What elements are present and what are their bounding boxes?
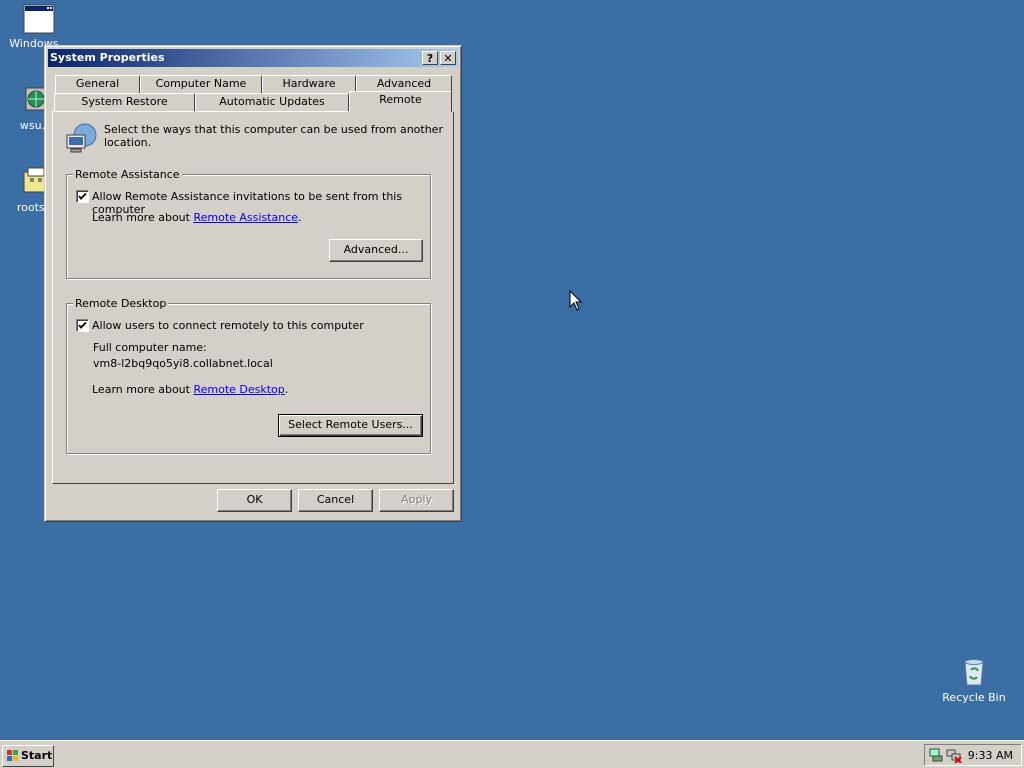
remote-assistance-link[interactable]: Remote Assistance [193,211,298,224]
tab-remote[interactable]: Remote [349,91,452,112]
remote-tab-panel: Select the ways that this computer can b… [52,111,454,484]
select-remote-users-button[interactable]: Select Remote Users... [278,414,423,437]
intro-text: location. [104,136,152,149]
desktop-icon-label: Recycle Bin [942,691,1006,704]
desktop-icon-recycle-bin[interactable]: Recycle Bin [936,656,1012,704]
ok-button[interactable]: OK [217,489,292,512]
allow-remote-desktop-checkbox[interactable] [76,319,89,332]
apply-button: Apply [379,489,454,512]
learn-more-text: Learn more about [92,211,194,224]
title-bar[interactable]: System Properties ? ✕ [48,49,458,67]
clock[interactable]: 9:33 AM [968,749,1013,762]
system-tray: 9:33 AM [924,744,1022,766]
cancel-button[interactable]: Cancel [298,489,373,512]
network-tray-icon[interactable] [928,747,944,763]
learn-more-text: Learn more about [92,383,194,396]
network-disconnected-icon[interactable] [946,747,962,763]
desktop-icon-windows[interactable]: Windows... [1,4,77,50]
tab-system-restore[interactable]: System Restore [54,93,195,111]
tab-computer-name[interactable]: Computer Name [140,75,262,93]
full-computer-name-label: Full computer name: [93,341,207,354]
windows-logo-icon [7,750,18,761]
recycle-bin-icon [964,659,984,686]
tab-hardware[interactable]: Hardware [262,75,356,93]
window-title: System Properties [50,51,165,64]
taskbar: Start 9:33 AM [0,740,1024,768]
remote-assistance-learn-more: Learn more about Remote Assistance. [92,211,302,224]
tab-automatic-updates[interactable]: Automatic Updates [195,93,349,111]
close-button[interactable]: ✕ [440,51,456,65]
remote-assistance-title: Remote Assistance [73,168,182,181]
full-computer-name-value: vm8-l2bq9qo5yi8.collabnet.local [93,357,273,370]
start-label: Start [21,749,53,762]
remote-desktop-title: Remote Desktop [73,297,169,310]
checkmark-icon [78,192,87,200]
window-app-icon [23,4,55,34]
checkmark-icon [78,321,87,329]
allow-remote-assistance-checkbox[interactable] [76,190,89,203]
learn-more-period: . [298,211,302,224]
intro-text: Select the ways that this computer can b… [104,123,443,136]
tab-general[interactable]: General [55,75,140,93]
start-button[interactable]: Start [2,745,54,767]
remote-desktop-link[interactable]: Remote Desktop [193,383,284,396]
mouse-pointer-icon [569,290,583,311]
allow-remote-desktop-label[interactable]: Allow users to connect remotely to this … [92,319,364,332]
remote-desktop-learn-more: Learn more about Remote Desktop. [92,383,288,396]
advanced-button[interactable]: Advanced... [329,239,423,262]
help-button[interactable]: ? [422,51,438,65]
learn-more-period: . [284,383,289,396]
remote-computers-icon [66,123,97,153]
